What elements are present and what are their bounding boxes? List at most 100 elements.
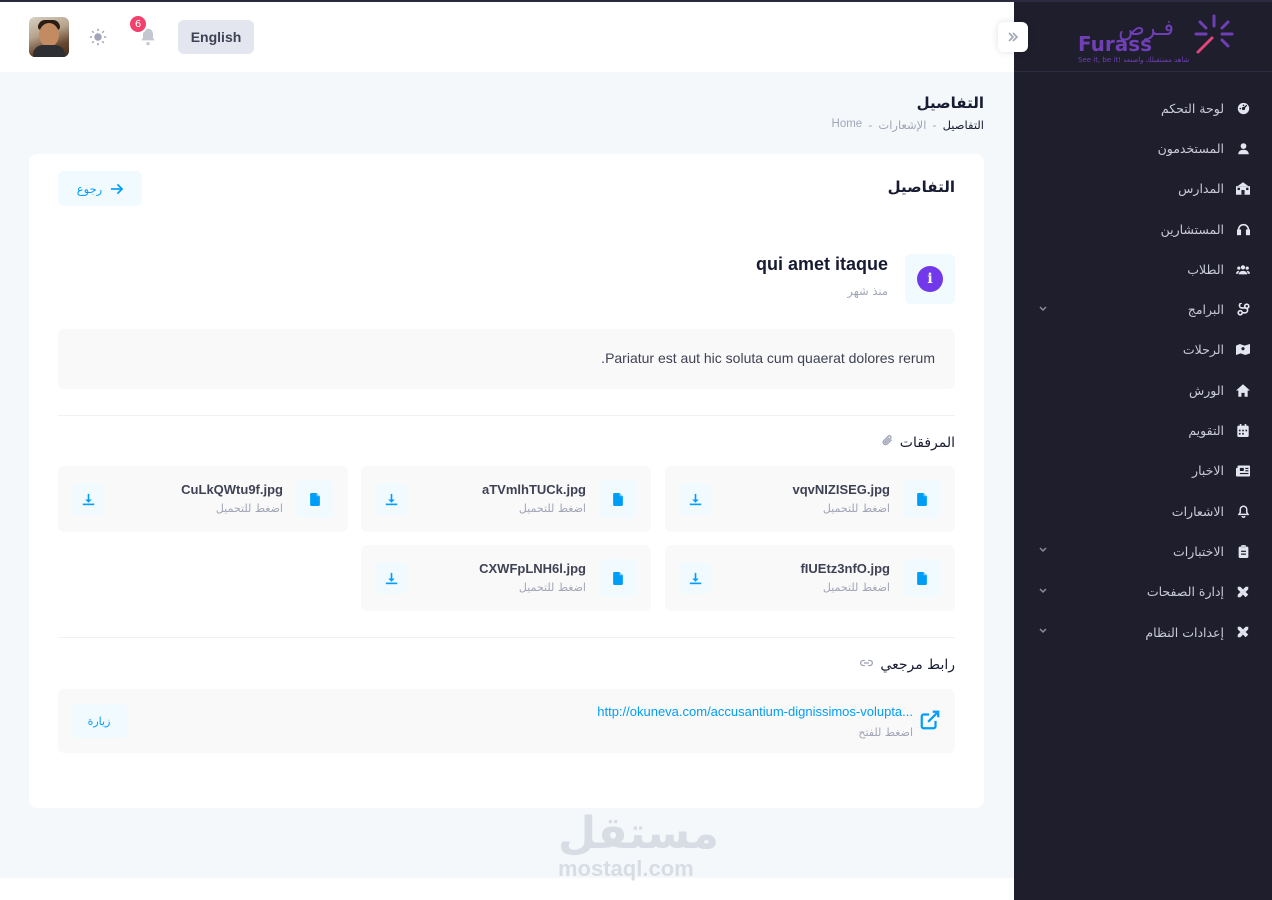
home-icon bbox=[1236, 383, 1250, 397]
logo-english-text: Furass bbox=[1078, 32, 1153, 56]
attachment-hint: اضغط للتحميل bbox=[215, 502, 283, 515]
attachment-filename: fIUEtz3nfO.jpg bbox=[800, 561, 890, 576]
sidebar-item-system-settings[interactable]: إعدادات النظام bbox=[1014, 612, 1272, 652]
sidebar-item-schools[interactable]: المدارس bbox=[1014, 169, 1272, 209]
attachment-card[interactable]: aTVmlhTUCk.jpg اضغط للتحميل bbox=[361, 466, 651, 532]
back-button-label: رجوع bbox=[76, 181, 103, 196]
download-icon[interactable] bbox=[72, 483, 104, 515]
sidebar-collapse-toggle[interactable] bbox=[998, 22, 1028, 52]
sidebar-item-label: الاختبارات bbox=[1173, 543, 1224, 559]
visit-button[interactable]: زيارة bbox=[71, 704, 127, 738]
reference-link-box[interactable]: http://okuneva.com/accusantium-dignissim… bbox=[58, 689, 955, 753]
breadcrumb-notifications[interactable]: الإشعارات bbox=[878, 118, 926, 132]
attachment-card[interactable]: CXWFpLNH6l.jpg اضغط للتحميل bbox=[361, 545, 651, 611]
arrow-right-icon bbox=[111, 183, 124, 194]
sidebar-item-users[interactable]: المستخدمون bbox=[1014, 128, 1272, 168]
logo-burst-icon bbox=[1194, 14, 1234, 54]
sidebar-item-label: البرامج bbox=[1187, 302, 1224, 318]
chevron-down-icon bbox=[1038, 303, 1048, 316]
logo-area: فـرص Furass See it, be it! شاهد مستقبلك … bbox=[1014, 0, 1272, 72]
sidebar-item-label: الرحلات bbox=[1182, 342, 1224, 358]
avatar[interactable] bbox=[29, 17, 69, 57]
attachment-filename: vqvNIZISEG.jpg bbox=[792, 482, 890, 497]
breadcrumb: التفاصيل - الإشعارات - Home bbox=[831, 118, 984, 132]
users-icon bbox=[1236, 262, 1250, 276]
headset-icon bbox=[1236, 222, 1250, 236]
download-icon[interactable] bbox=[375, 483, 407, 515]
sidebar-item-consultants[interactable]: المستشارين bbox=[1014, 209, 1272, 249]
external-link-icon[interactable] bbox=[919, 709, 943, 733]
back-button[interactable]: رجوع bbox=[58, 171, 142, 206]
attachment-hint: اضغط للتحميل bbox=[822, 502, 890, 515]
breadcrumb-home[interactable]: Home bbox=[832, 118, 863, 132]
bell-icon bbox=[1236, 504, 1250, 518]
file-icon bbox=[296, 480, 334, 518]
sidebar-item-exams[interactable]: الاختبارات bbox=[1014, 531, 1272, 571]
divider bbox=[58, 637, 955, 638]
attachments-heading: المرفقات bbox=[881, 434, 955, 451]
attachment-card[interactable]: CuLkQWtu9f.jpg اضغط للتحميل bbox=[58, 466, 348, 532]
attachment-hint: اضغط للتحميل bbox=[518, 502, 586, 515]
sidebar-item-calendar[interactable]: التقويم bbox=[1014, 410, 1272, 450]
divider bbox=[58, 415, 955, 416]
attachment-card[interactable]: vqvNIZISEG.jpg اضغط للتحميل bbox=[665, 466, 955, 532]
chevron-down-icon bbox=[1038, 585, 1048, 598]
sidebar: فـرص Furass See it, be it! شاهد مستقبلك … bbox=[998, 0, 1272, 900]
main-content: التفاصيل التفاصيل - الإشعارات - Home الت… bbox=[0, 72, 1014, 878]
sidebar-item-label: الاشعارات bbox=[1171, 503, 1224, 519]
watermark-arabic: مستقل bbox=[558, 808, 719, 859]
sidebar-item-students[interactable]: الطلاب bbox=[1014, 249, 1272, 289]
download-icon[interactable] bbox=[679, 562, 711, 594]
footer-area bbox=[0, 878, 1014, 900]
newspaper-icon bbox=[1236, 464, 1250, 478]
attachment-hint: اضغط للتحميل bbox=[822, 581, 890, 594]
calendar-icon bbox=[1236, 424, 1250, 438]
attachment-hint: اضغط للتحميل bbox=[518, 581, 586, 594]
download-icon[interactable] bbox=[375, 562, 407, 594]
user-icon bbox=[1236, 141, 1250, 155]
notification-count-badge: 6 bbox=[128, 14, 148, 34]
sidebar-item-news[interactable]: الاخبار bbox=[1014, 451, 1272, 491]
sidebar-item-label: الطلاب bbox=[1187, 261, 1224, 277]
sidebar-item-workshops[interactable]: الورش bbox=[1014, 370, 1272, 410]
sidebar-item-dashboard[interactable]: لوحة التحكم bbox=[1014, 88, 1272, 128]
sidebar-item-trips[interactable]: الرحلات bbox=[1014, 330, 1272, 370]
sidebar-item-label: التقويم bbox=[1188, 423, 1224, 439]
chevron-down-icon bbox=[1038, 626, 1048, 639]
notification-body-box: Pariatur est aut hic soluta cum quaerat … bbox=[58, 329, 955, 389]
map-icon bbox=[1236, 343, 1250, 357]
watermark-english: mostaql.com bbox=[558, 856, 694, 881]
notification-title: qui amet itaque bbox=[755, 254, 888, 274]
sidebar-item-pages-management[interactable]: إدارة الصفحات bbox=[1014, 572, 1272, 612]
programs-icon bbox=[1236, 303, 1250, 317]
attachments-heading-text: المرفقات bbox=[899, 434, 955, 451]
attachment-card[interactable]: fIUEtz3nfO.jpg اضغط للتحميل bbox=[665, 545, 955, 611]
theme-toggle-sun-icon[interactable] bbox=[88, 27, 108, 47]
sidebar-item-label: إدارة الصفحات bbox=[1146, 584, 1224, 600]
reference-link-url[interactable]: http://okuneva.com/accusantium-dignissim… bbox=[597, 704, 913, 719]
sidebar-item-notifications[interactable]: الاشعارات bbox=[1014, 491, 1272, 531]
sidebar-item-label: المدارس bbox=[1178, 181, 1224, 197]
sidebar-item-programs[interactable]: البرامج bbox=[1014, 289, 1272, 329]
link-icon bbox=[859, 657, 874, 673]
attachment-filename: CXWFpLNH6l.jpg bbox=[479, 561, 586, 576]
sidebar-item-label: لوحة التحكم bbox=[1160, 100, 1224, 116]
sidebar-item-label: الاخبار bbox=[1192, 463, 1224, 479]
notification-body: Pariatur est aut hic soluta cum quaerat … bbox=[601, 350, 935, 366]
reference-link-hint: اضغط للفتح bbox=[858, 726, 913, 739]
paperclip-icon bbox=[881, 434, 894, 451]
info-icon: i bbox=[917, 266, 943, 292]
reference-link-heading-text: رابط مرجعي bbox=[880, 657, 955, 673]
attachment-filename: aTVmlhTUCk.jpg bbox=[481, 482, 586, 497]
download-icon[interactable] bbox=[679, 483, 711, 515]
tools-icon bbox=[1236, 625, 1250, 639]
logo-tagline: See it, be it! شاهد مستقبلك واصنعه bbox=[1078, 56, 1190, 64]
details-card: التفاصيل رجوع i qui amet itaque منذ شهر … bbox=[29, 154, 984, 808]
logo[interactable]: فـرص Furass See it, be it! شاهد مستقبلك … bbox=[1078, 14, 1234, 64]
notification-time: منذ شهر bbox=[847, 284, 888, 298]
sidebar-item-label: إعدادات النظام bbox=[1145, 624, 1224, 640]
language-button[interactable]: English bbox=[178, 20, 254, 54]
file-icon bbox=[599, 480, 637, 518]
notification-info-icon-box: i bbox=[905, 254, 955, 304]
file-icon bbox=[599, 559, 637, 597]
